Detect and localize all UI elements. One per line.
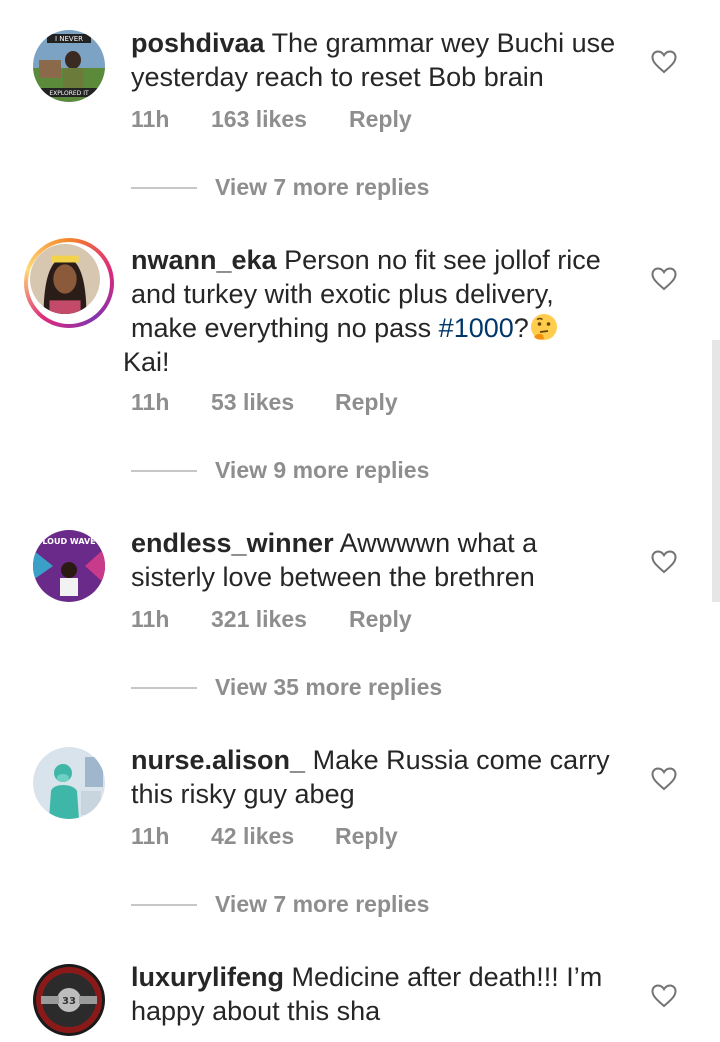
comment-username[interactable]: poshdivaa (131, 28, 265, 58)
comment-body-end: Kai! (123, 347, 170, 377)
comment-likes[interactable]: 321 likes (211, 606, 349, 633)
heart-outline-icon[interactable] (651, 550, 677, 574)
divider-line (131, 903, 197, 906)
view-more-replies[interactable]: View 9 more replies (131, 457, 429, 484)
comment-meta: 11h 321 likes Reply (131, 606, 412, 633)
heart-outline-icon[interactable] (651, 984, 677, 1008)
view-more-replies[interactable]: View 7 more replies (131, 174, 429, 201)
divider-line (131, 186, 197, 189)
avatar[interactable] (30, 244, 100, 314)
view-more-label[interactable]: View 7 more replies (215, 891, 429, 918)
svg-text:EXPLORED IT: EXPLORED IT (49, 90, 89, 97)
reply-button[interactable]: Reply (349, 606, 412, 633)
comment-username[interactable]: endless_winner (131, 528, 334, 558)
comment-text: nurse.alison_ Make Russia come carry thi… (131, 743, 621, 811)
comment-likes[interactable]: 53 likes (211, 389, 335, 416)
comment-body-cont: ? (513, 313, 529, 343)
comment-username[interactable]: nurse.alison_ (131, 745, 305, 775)
comment-meta: 11h 42 likes Reply (131, 823, 398, 850)
view-more-label[interactable]: View 7 more replies (215, 174, 429, 201)
comment-time: 11h (131, 389, 170, 415)
comment-likes[interactable]: 163 likes (211, 106, 349, 133)
avatar[interactable]: I NEVER EXPLORED IT (33, 30, 105, 102)
story-ring[interactable] (24, 238, 114, 328)
comment-username[interactable]: luxurylifeng (131, 962, 284, 992)
reply-button[interactable]: Reply (335, 389, 398, 416)
view-more-replies[interactable]: View 35 more replies (131, 674, 442, 701)
reply-button[interactable]: Reply (349, 106, 412, 133)
hashtag-link[interactable]: #1000 (439, 313, 514, 343)
divider-line (131, 469, 197, 472)
svg-text:I NEVER: I NEVER (55, 35, 83, 43)
svg-text:LOUD WAVE: LOUD WAVE (42, 537, 95, 546)
comment-meta: 11h 53 likes Reply (131, 389, 398, 416)
avatar[interactable]: LOUD WAVE (33, 530, 105, 602)
view-more-label[interactable]: View 9 more replies (215, 457, 429, 484)
avatar[interactable] (33, 747, 105, 819)
comment-time: 11h (131, 606, 170, 632)
comment-text: nwann_eka Person no fit see jollof rice … (123, 243, 621, 379)
view-more-label[interactable]: View 35 more replies (215, 674, 442, 701)
comment-username[interactable]: nwann_eka (131, 245, 277, 275)
comment-text: poshdivaa The grammar wey Buchi use yest… (131, 26, 621, 94)
view-more-replies[interactable]: View 7 more replies (131, 891, 429, 918)
comment-time: 11h (131, 823, 170, 849)
comment-likes[interactable]: 42 likes (211, 823, 335, 850)
thinking-face-emoji (530, 314, 557, 340)
comment-text: luxurylifeng Medicine after death!!! I’m… (131, 960, 621, 1028)
comment-meta: 11h 163 likes Reply (131, 106, 412, 133)
comment-time: 11h (131, 106, 170, 132)
scrollbar[interactable] (712, 340, 720, 602)
heart-outline-icon[interactable] (651, 767, 677, 791)
reply-button[interactable]: Reply (335, 823, 398, 850)
divider-line (131, 686, 197, 689)
svg-text:33: 33 (62, 996, 76, 1007)
avatar[interactable]: 33 (33, 964, 105, 1036)
heart-outline-icon[interactable] (651, 50, 677, 74)
heart-outline-icon[interactable] (651, 267, 677, 291)
comment-text: endless_winner Awwwwn what a sisterly lo… (131, 526, 621, 594)
